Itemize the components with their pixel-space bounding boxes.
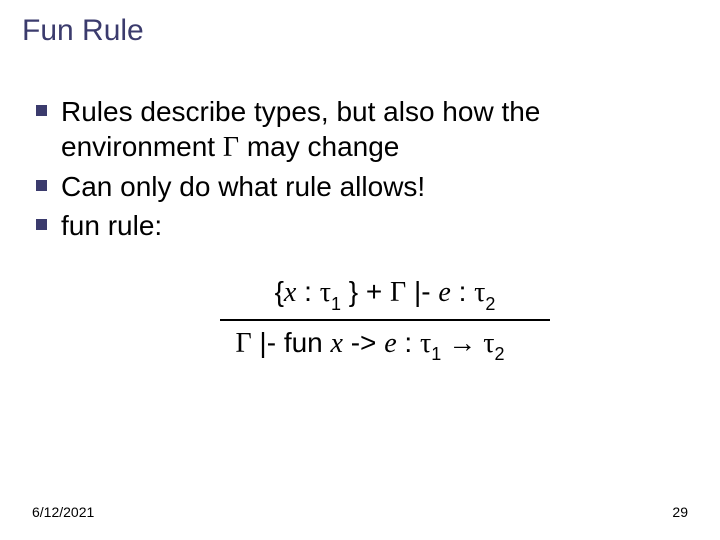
rule-bar: [220, 319, 550, 321]
colon: :: [296, 276, 319, 307]
var-e: e: [384, 328, 396, 359]
footer-date: 6/12/2021: [32, 504, 94, 520]
sub-2: 2: [495, 344, 505, 364]
square-bullet-icon: [36, 105, 47, 116]
var-e: e: [438, 277, 450, 308]
tau-symbol: τ: [420, 328, 431, 359]
tau-symbol: τ: [320, 277, 331, 308]
sub-2: 2: [485, 294, 495, 314]
colon: :: [451, 276, 474, 307]
colon: :: [397, 327, 420, 358]
var-x: x: [284, 277, 296, 308]
bullet-1-text: Rules describe types, but also how the e…: [61, 94, 690, 165]
footer-page-number: 29: [672, 504, 688, 520]
turnstile-fun: |- fun: [252, 327, 331, 358]
slide-title: Fun Rule: [22, 14, 144, 48]
bullet-3-text: fun rule:: [61, 208, 162, 243]
rule-conclusion: Γ |- fun x -> e : τ1 → τ2: [20, 327, 720, 364]
rbrace-plus: } +: [341, 276, 390, 307]
tau-symbol: τ: [474, 277, 485, 308]
var-x: x: [331, 328, 343, 359]
bullet-2-text: Can only do what rule allows!: [61, 169, 425, 204]
square-bullet-icon: [36, 180, 47, 191]
sub-1: 1: [331, 294, 341, 314]
gamma-symbol: Γ: [390, 277, 406, 308]
content-area: Rules describe types, but also how the e…: [36, 94, 690, 247]
inference-rule: {x : τ1 } + Γ |- e : τ2 Γ |- fun x -> e …: [0, 276, 720, 363]
rule-premise: {x : τ1 } + Γ |- e : τ2: [50, 276, 720, 313]
turnstile: |-: [406, 276, 438, 307]
sub-1: 1: [431, 344, 441, 364]
bullet-1-post: may change: [239, 131, 399, 162]
bullet-2: Can only do what rule allows!: [36, 169, 690, 204]
square-bullet-icon: [36, 219, 47, 230]
arrow-ascii: ->: [343, 327, 384, 358]
tau-symbol: τ: [483, 328, 494, 359]
gamma-symbol: Γ: [223, 132, 239, 163]
arrow-icon: →: [441, 328, 483, 359]
gamma-symbol: Γ: [235, 328, 251, 359]
lbrace: {: [275, 276, 284, 307]
bullet-1: Rules describe types, but also how the e…: [36, 94, 690, 165]
bullet-3: fun rule:: [36, 208, 690, 243]
